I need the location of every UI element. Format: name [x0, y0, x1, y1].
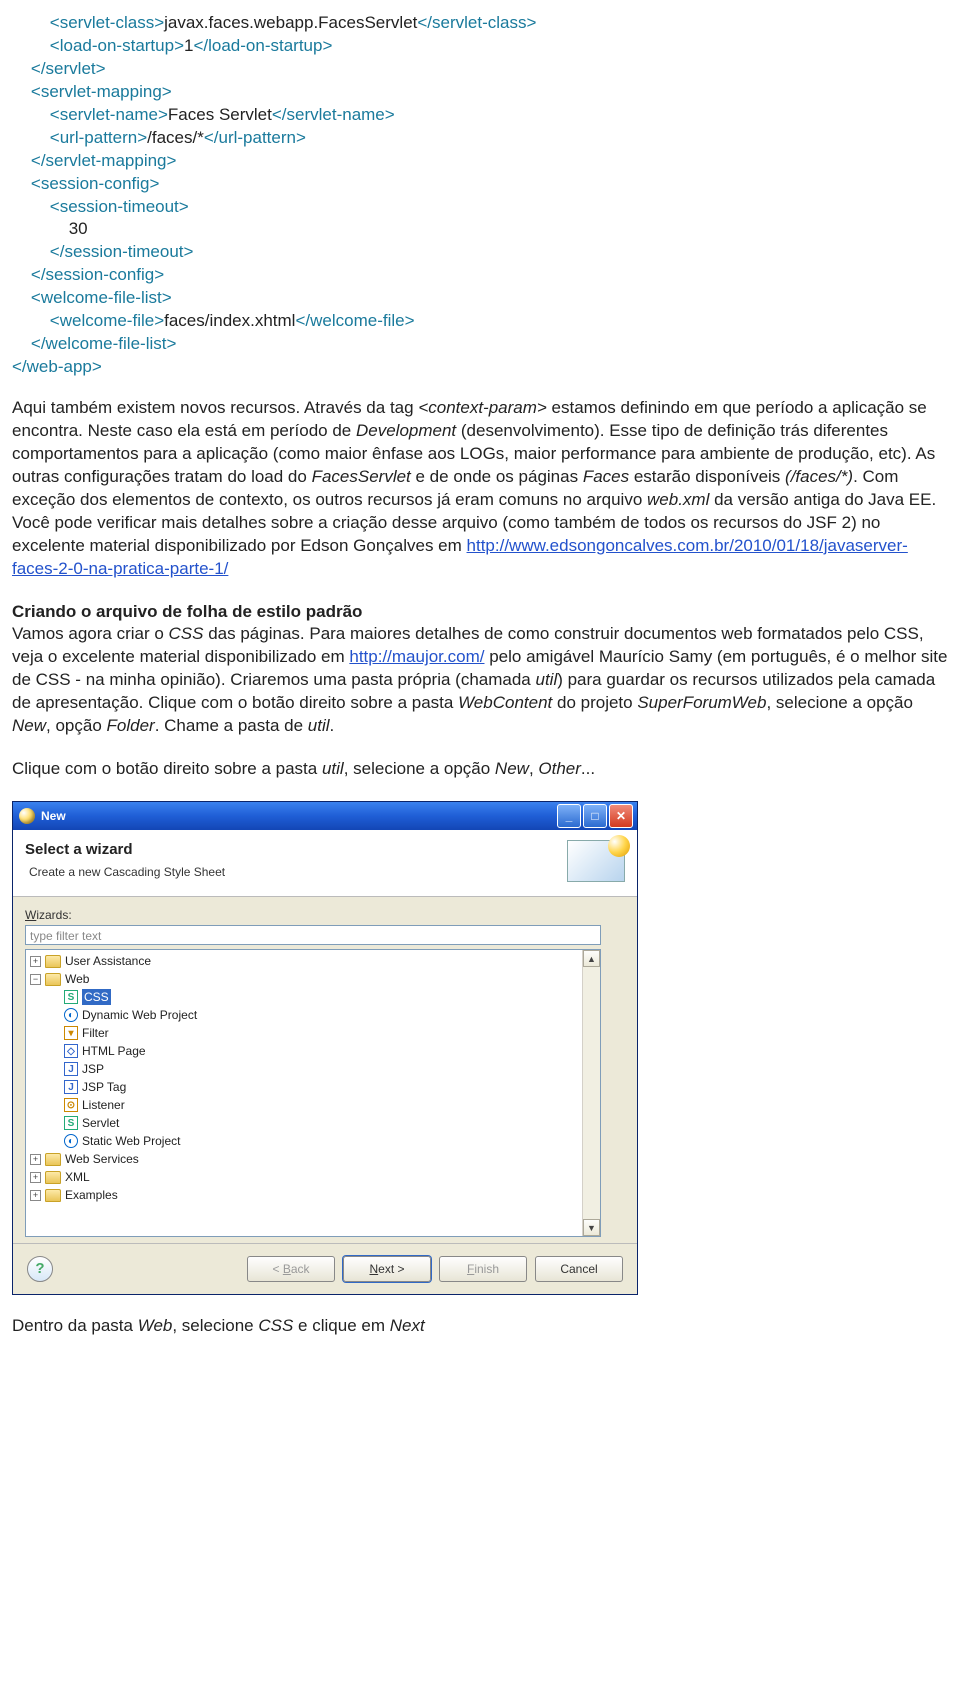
help-button[interactable]: ?: [27, 1256, 53, 1282]
tree-item-css[interactable]: SCSS: [26, 988, 582, 1006]
xml-code-block: <servlet-class>javax.faces.webapp.FacesS…: [12, 12, 948, 379]
tree-item-xml[interactable]: +XML: [26, 1168, 582, 1186]
dialog-title: New: [41, 808, 66, 824]
banner-subtitle: Create a new Cascading Style Sheet: [29, 864, 567, 880]
jsp-icon: J: [64, 1062, 78, 1076]
link-maujor[interactable]: http://maujor.com/: [349, 647, 484, 666]
footer-paragraph: Dentro da pasta Web, selecione CSS e cli…: [12, 1315, 948, 1338]
finish-button[interactable]: Finish: [439, 1256, 527, 1282]
maximize-button[interactable]: □: [583, 804, 607, 828]
filter-icon: ▾: [64, 1026, 78, 1040]
next-button[interactable]: Next >: [343, 1256, 431, 1282]
tree-item-web-services[interactable]: +Web Services: [26, 1150, 582, 1168]
globe-icon: ◐: [64, 1008, 78, 1022]
filter-input[interactable]: type filter text: [25, 925, 601, 945]
css-icon: S: [64, 990, 78, 1004]
folder-icon: [45, 1171, 61, 1184]
dialog-banner: Select a wizard Create a new Cascading S…: [13, 830, 637, 897]
scroll-up-icon[interactable]: ▲: [583, 950, 600, 967]
tree-item-dynamic-web[interactable]: ◐Dynamic Web Project: [26, 1006, 582, 1024]
collapse-icon[interactable]: −: [30, 974, 41, 985]
section-heading: Criando o arquivo de folha de estilo pad…: [12, 602, 362, 621]
wizards-label: Wizards:: [25, 907, 625, 923]
tree-item-jsp-tag[interactable]: JJSP Tag: [26, 1078, 582, 1096]
paragraph-2: Criando o arquivo de folha de estilo pad…: [12, 601, 948, 739]
dialog-title-icon: [19, 808, 35, 824]
tree-item-servlet[interactable]: SServlet: [26, 1114, 582, 1132]
folder-icon: [45, 955, 61, 968]
expand-icon[interactable]: +: [30, 956, 41, 967]
folder-icon: [45, 1189, 61, 1202]
expand-icon[interactable]: +: [30, 1190, 41, 1201]
tree-item-examples[interactable]: +Examples: [26, 1186, 582, 1204]
tree-item-jsp[interactable]: JJSP: [26, 1060, 582, 1078]
banner-title: Select a wizard: [25, 840, 567, 860]
minimize-button[interactable]: _: [557, 804, 581, 828]
listener-icon: ⊙: [64, 1098, 78, 1112]
cancel-button[interactable]: Cancel: [535, 1256, 623, 1282]
folder-icon: [45, 1153, 61, 1166]
servlet-icon: S: [64, 1116, 78, 1130]
dialog-button-row: ? < Back Next > Finish Cancel: [13, 1243, 637, 1294]
tree-item-web[interactable]: −Web: [26, 970, 582, 988]
scroll-down-icon[interactable]: ▼: [583, 1219, 600, 1236]
paragraph-3: Clique com o botão direito sobre a pasta…: [12, 758, 948, 781]
tree-item-filter[interactable]: ▾Filter: [26, 1024, 582, 1042]
wizard-tree: +User Assistance −Web SCSS ◐Dynamic Web …: [25, 949, 601, 1237]
back-button[interactable]: < Back: [247, 1256, 335, 1282]
tree-item-listener[interactable]: ⊙Listener: [26, 1096, 582, 1114]
tree-item-user-assistance[interactable]: +User Assistance: [26, 952, 582, 970]
paragraph-1: Aqui também existem novos recursos. Atra…: [12, 397, 948, 581]
tree-scrollbar[interactable]: ▲ ▼: [582, 950, 600, 1236]
expand-icon[interactable]: +: [30, 1172, 41, 1183]
html-icon: ◇: [64, 1044, 78, 1058]
expand-icon[interactable]: +: [30, 1154, 41, 1165]
folder-icon: [45, 973, 61, 986]
tree-item-html[interactable]: ◇HTML Page: [26, 1042, 582, 1060]
close-button[interactable]: ✕: [609, 804, 633, 828]
tree-item-static-web[interactable]: ◐Static Web Project: [26, 1132, 582, 1150]
dialog-titlebar[interactable]: New _ □ ✕: [13, 802, 637, 830]
globe-icon: ◐: [64, 1134, 78, 1148]
new-wizard-dialog: New _ □ ✕ Select a wizard Create a new C…: [12, 801, 638, 1295]
jsp-tag-icon: J: [64, 1080, 78, 1094]
banner-icon: [567, 840, 625, 882]
